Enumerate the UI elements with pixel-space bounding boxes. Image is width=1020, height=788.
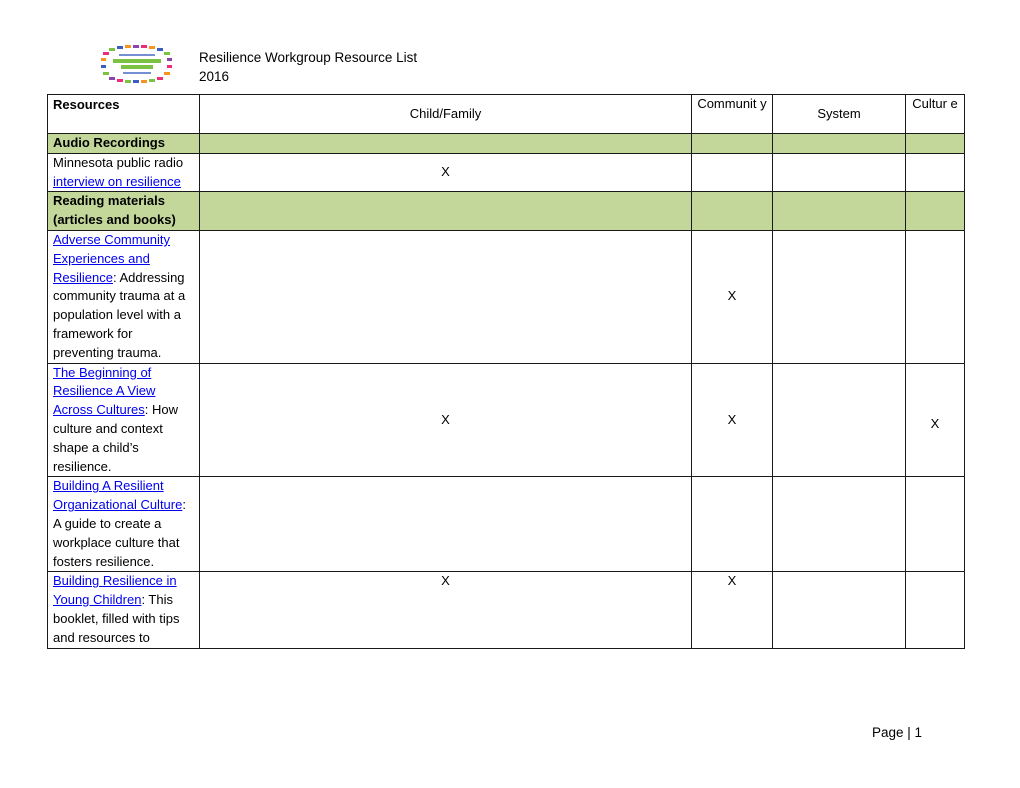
resource-link[interactable]: interview on resilience	[53, 174, 181, 189]
title-line-1: Resilience Workgroup Resource List	[199, 50, 418, 65]
collective-impact-logo	[101, 45, 172, 83]
resource-cell: Building A Resilient Organizational Cult…	[47, 476, 200, 573]
system-mark	[772, 362, 906, 478]
child-family-mark	[199, 476, 692, 573]
child-family-mark: X	[199, 152, 692, 193]
section-row-reading: Reading materials (articles and books)	[47, 191, 965, 231]
section-fill	[691, 191, 773, 231]
resource-cell: Minnesota public radio interview on resi…	[47, 152, 200, 193]
community-mark: X	[691, 571, 773, 649]
section-fill	[905, 133, 965, 154]
section-row-audio: Audio Recordings	[47, 133, 965, 154]
logo-ring-icon	[101, 45, 172, 83]
title-line-2: 2016	[199, 69, 230, 84]
system-mark	[772, 476, 906, 573]
section-fill	[905, 191, 965, 231]
table-row: Minnesota public radio interview on resi…	[47, 152, 965, 193]
header-culture: Cultur e	[905, 94, 965, 134]
resource-table: Resources Child/Family Communit y System…	[47, 94, 965, 649]
document-title: Resilience Workgroup Resource List 2016	[199, 48, 417, 86]
community-mark	[691, 476, 773, 573]
resource-prefix: Minnesota public radio	[53, 154, 184, 170]
header-community: Communit y	[691, 94, 773, 134]
resource-link[interactable]: The Beginning of Resilience A View Acros…	[53, 365, 155, 418]
resource-cell: Adverse Community Experiences and Resili…	[47, 229, 200, 364]
header-resources: Resources	[47, 94, 200, 134]
system-mark	[772, 571, 906, 649]
resource-cell: Building Resilience in Young Children: T…	[47, 571, 200, 649]
table-row: The Beginning of Resilience A View Acros…	[47, 362, 965, 478]
section-label: Reading materials (articles and books)	[47, 191, 200, 231]
culture-mark	[905, 571, 965, 649]
culture-mark	[905, 229, 965, 364]
culture-mark	[905, 152, 965, 193]
table-header-row: Resources Child/Family Communit y System…	[47, 94, 965, 134]
culture-mark: X	[905, 362, 965, 478]
section-fill	[772, 191, 906, 231]
child-family-mark: X	[199, 362, 692, 478]
community-mark	[691, 152, 773, 193]
child-family-mark	[199, 229, 692, 364]
table-row: Building Resilience in Young Children: T…	[47, 571, 965, 649]
resource-cell: The Beginning of Resilience A View Acros…	[47, 362, 200, 478]
section-fill	[772, 133, 906, 154]
header-system: System	[772, 94, 906, 134]
system-mark	[772, 229, 906, 364]
system-mark	[772, 152, 906, 193]
table-row: Building A Resilient Organizational Cult…	[47, 476, 965, 573]
community-mark: X	[691, 362, 773, 478]
table-row: Adverse Community Experiences and Resili…	[47, 229, 965, 364]
child-family-mark: X	[199, 571, 692, 649]
section-fill	[691, 133, 773, 154]
section-fill	[199, 133, 692, 154]
section-fill	[199, 191, 692, 231]
header-child-family: Child/Family	[199, 94, 692, 134]
resource-link[interactable]: Building A Resilient Organizational Cult…	[53, 478, 182, 512]
culture-mark	[905, 476, 965, 573]
page-number: Page | 1	[872, 725, 923, 740]
community-mark: X	[691, 229, 773, 364]
section-label: Audio Recordings	[47, 133, 200, 154]
